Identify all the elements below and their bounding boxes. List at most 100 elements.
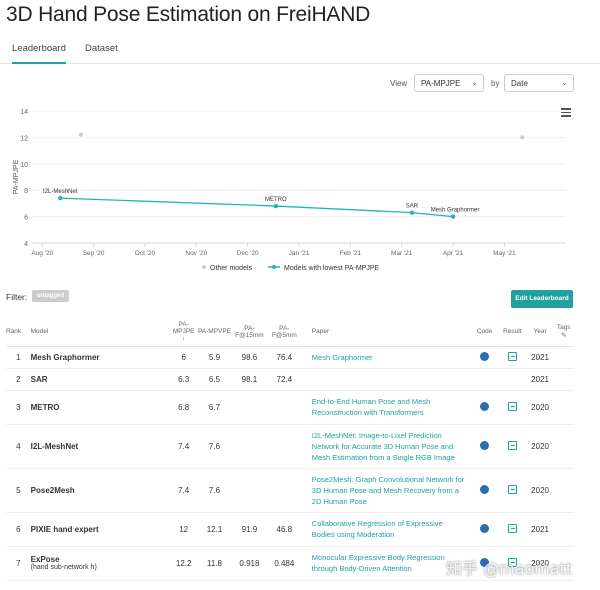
result-cell[interactable] bbox=[497, 390, 527, 425]
pa-f5-cell bbox=[266, 424, 302, 469]
code-cell[interactable] bbox=[471, 346, 498, 369]
paper-link[interactable]: Mesh Graphormer bbox=[301, 346, 472, 369]
view-select-value: PA-MPJPE bbox=[421, 79, 461, 88]
pa-f5-cell: 0.484 bbox=[266, 546, 302, 581]
th-pa-mpjpe[interactable]: PA-MPJPE ↓ bbox=[170, 318, 198, 347]
model-name: PIXIE hand expert bbox=[30, 524, 99, 534]
pa-mpvpe-cell: 5.9 bbox=[197, 346, 232, 369]
other-model-point[interactable] bbox=[78, 132, 83, 137]
chart-container: 4 6 8 10 12 14 Aug '20 Sep '20 Oct '20 Nov '20 Dec… bbox=[6, 96, 581, 280]
th-tags-label: Tags bbox=[556, 324, 571, 332]
rank-cell: 6 bbox=[6, 512, 31, 547]
th-result: Result bbox=[497, 318, 527, 347]
x-tick-label: May '21 bbox=[493, 250, 516, 257]
th-paper: Paper bbox=[301, 318, 472, 347]
code-cell[interactable] bbox=[471, 424, 498, 469]
pa-mpvpe-cell: 6.7 bbox=[197, 390, 232, 425]
view-select[interactable]: PA-MPJPE ⌄ bbox=[414, 74, 484, 92]
github-icon[interactable] bbox=[480, 440, 490, 450]
y-tick-label: 4 bbox=[24, 241, 28, 248]
result-icon[interactable] bbox=[507, 401, 517, 411]
line-chart: 4 6 8 10 12 14 Aug '20 Sep '20 Oct '20 Nov '20 Dec… bbox=[13, 109, 566, 272]
pa-mpjpe-cell: 12 bbox=[170, 512, 198, 547]
result-icon[interactable] bbox=[507, 351, 517, 361]
legend-label-other[interactable]: Other models bbox=[210, 265, 253, 272]
model-cell[interactable]: ExPose (hand sub-network h) bbox=[30, 546, 171, 581]
code-cell[interactable] bbox=[471, 468, 498, 513]
table-row[interactable]: 3 METRO 6.8 6.7 End-to-End Human Pose and Me… bbox=[6, 390, 574, 425]
pa-mpjpe-cell: 6 bbox=[170, 346, 198, 369]
pa-mpjpe-cell: 7.4 bbox=[170, 424, 198, 469]
series-point[interactable] bbox=[409, 210, 415, 215]
table-row[interactable]: 4 I2L-MeshNet 7.4 7.6 I2L-MeshNet: Image-to-… bbox=[6, 424, 574, 469]
paper-link[interactable]: End-to-End Human Pose and Mesh Reconstru… bbox=[301, 390, 472, 425]
legend-marker-main bbox=[272, 265, 276, 269]
result-cell[interactable] bbox=[497, 468, 527, 513]
th-model: Model bbox=[30, 318, 171, 347]
sort-select[interactable]: Date ⌄ bbox=[504, 74, 574, 92]
year-cell: 2021 bbox=[526, 346, 554, 369]
code-cell[interactable] bbox=[471, 390, 498, 425]
tab-bar: Leaderboard Dataset bbox=[0, 40, 600, 64]
github-icon[interactable] bbox=[480, 523, 490, 533]
github-icon[interactable] bbox=[480, 401, 490, 411]
github-icon[interactable] bbox=[480, 484, 490, 494]
edit-icon[interactable]: ✎ bbox=[561, 332, 566, 339]
model-cell[interactable]: METRO bbox=[30, 390, 171, 425]
model-cell[interactable]: SAR bbox=[30, 368, 171, 391]
github-icon[interactable] bbox=[480, 351, 490, 361]
pa-f15-cell bbox=[231, 468, 267, 513]
leaderboard-table: Rank Model PA-MPJPE ↓ PA-MPVPE PA-F@15mm… bbox=[6, 318, 574, 581]
model-cell[interactable]: I2L-MeshNet bbox=[30, 424, 171, 469]
edit-leaderboard-button[interactable]: Edit Leaderboard bbox=[511, 290, 573, 308]
result-icon[interactable] bbox=[507, 440, 517, 450]
chevron-down-icon: ⌄ bbox=[561, 78, 568, 87]
pa-f15-cell: 91.9 bbox=[231, 512, 267, 547]
model-name: SAR bbox=[30, 374, 48, 384]
result-cell[interactable] bbox=[497, 424, 527, 469]
other-model-point[interactable] bbox=[520, 135, 525, 140]
table-row[interactable]: 1 Mesh Graphormer 6 5.9 98.6 76.4 Mesh Graphor… bbox=[6, 346, 574, 369]
tab-dataset[interactable]: Dataset bbox=[85, 43, 118, 54]
th-pa-f15[interactable]: PA-F@15mm bbox=[231, 318, 267, 347]
series-point[interactable] bbox=[450, 214, 456, 219]
x-tick-label: Jan '21 bbox=[289, 250, 310, 257]
table-row[interactable]: 6 PIXIE hand expert 12 12.1 91.9 46.8 Collabor… bbox=[6, 512, 574, 547]
table-row[interactable]: 5 Pose2Mesh 7.4 7.6 Pose2Mesh: Graph Convolu… bbox=[6, 468, 574, 513]
paper-link[interactable] bbox=[301, 368, 472, 391]
year-cell: 2020 bbox=[526, 424, 554, 469]
paper-link[interactable]: Pose2Mesh: Graph Convolutional Network f… bbox=[301, 468, 472, 513]
th-pa-mpvpe[interactable]: PA-MPVPE bbox=[197, 318, 232, 347]
paper-link[interactable]: Collaborative Regression of Expressive B… bbox=[301, 512, 472, 547]
pa-f5-cell: 76.4 bbox=[266, 346, 302, 369]
tags-cell bbox=[553, 424, 574, 469]
rank-cell: 3 bbox=[6, 390, 31, 425]
result-cell[interactable] bbox=[497, 512, 527, 547]
pa-f15-cell: 98.1 bbox=[231, 368, 267, 391]
legend-label-main[interactable]: Models with lowest PA-MPJPE bbox=[284, 265, 380, 272]
series-point[interactable] bbox=[273, 203, 279, 209]
y-tick-label: 12 bbox=[20, 135, 28, 142]
filter-label: Filter: bbox=[6, 292, 28, 302]
pa-mpvpe-cell: 7.6 bbox=[197, 468, 232, 513]
point-label: SAR bbox=[406, 204, 419, 210]
th-pa-f5[interactable]: PA-F@5mm bbox=[266, 318, 302, 347]
rank-cell: 4 bbox=[6, 424, 31, 469]
series-point[interactable] bbox=[58, 195, 63, 201]
th-pa-mpjpe-label: PA-MPJPE bbox=[172, 321, 195, 336]
model-cell[interactable]: Pose2Mesh bbox=[30, 468, 171, 513]
table-row[interactable]: 2 SAR 6.3 6.5 98.1 72.4 2021 bbox=[6, 368, 574, 391]
result-cell bbox=[497, 368, 527, 391]
tab-leaderboard[interactable]: Leaderboard bbox=[12, 43, 66, 64]
model-cell[interactable]: Mesh Graphormer bbox=[30, 346, 171, 369]
pa-f15-cell: 0.918 bbox=[231, 546, 267, 581]
filter-tag[interactable]: untagged bbox=[32, 290, 69, 302]
paper-link[interactable]: I2L-MeshNet: Image-to-Lixel Prediction N… bbox=[301, 424, 472, 469]
result-cell[interactable] bbox=[497, 346, 527, 369]
result-icon[interactable] bbox=[507, 484, 517, 494]
result-icon[interactable] bbox=[507, 523, 517, 533]
model-name: ExPose bbox=[30, 555, 60, 564]
model-cell[interactable]: PIXIE hand expert bbox=[30, 512, 171, 547]
menu-icon[interactable] bbox=[561, 108, 571, 119]
code-cell[interactable] bbox=[471, 512, 498, 547]
